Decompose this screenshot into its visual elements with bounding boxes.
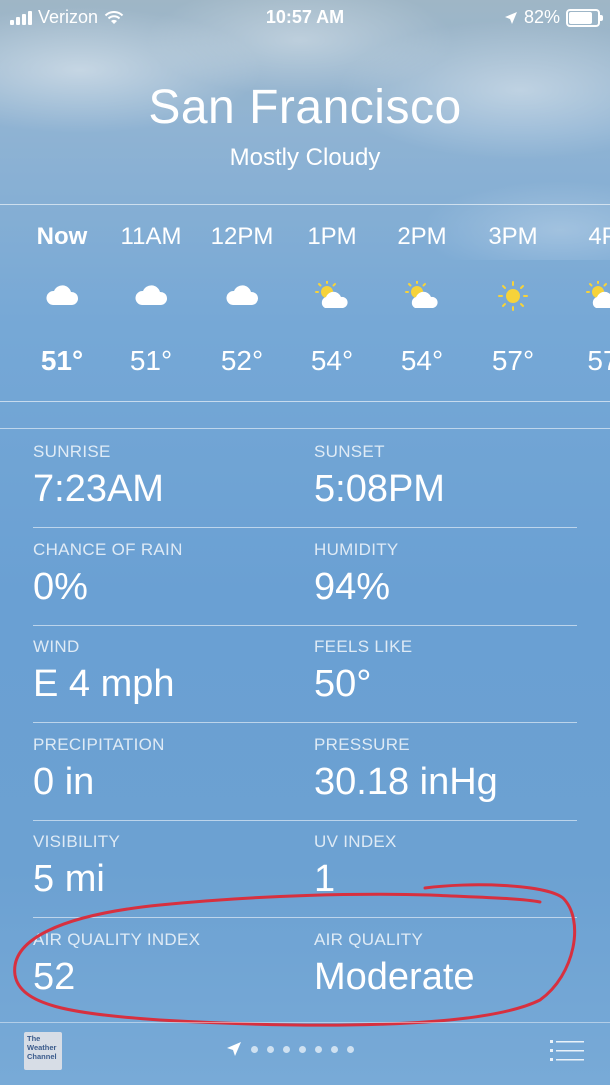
hourly-forecast[interactable]: Now 51° 11AM 51° 12PM 52° 1PM 54° 2PM 54° 3PM 57° 4P… xyxy=(0,204,610,402)
list-icon[interactable] xyxy=(550,1038,584,1064)
hour-temperature: 57° xyxy=(491,345,535,376)
page-dot[interactable] xyxy=(299,1045,306,1053)
battery-level xyxy=(569,11,592,24)
hour-label: 12PM xyxy=(210,223,274,250)
partly-sunny-icon xyxy=(404,280,440,311)
detail-label: PRECIPITATION xyxy=(33,734,165,754)
detail-row: CHANCE OF RAIN 0% HUMIDITY 94% xyxy=(33,528,577,626)
hour-temperature: 52° xyxy=(220,345,264,376)
detail-value: 1 xyxy=(314,858,336,901)
detail-value: 7:23AM xyxy=(33,468,164,510)
detail-value: E 4 mph xyxy=(33,663,175,706)
battery-icon xyxy=(566,8,603,27)
status-bar: Verizon 10:57 AM 82% xyxy=(0,0,610,36)
detail-label: UV INDEX xyxy=(314,832,397,852)
cloud-icon xyxy=(133,281,169,311)
bottom-toolbar: The Weather Channel xyxy=(0,1022,610,1085)
weather-channel-logo[interactable]: The Weather Channel xyxy=(24,1032,62,1070)
detail-label: WIND xyxy=(33,637,80,657)
detail-value: 50° xyxy=(314,663,372,706)
detail-label: SUNRISE xyxy=(33,442,111,461)
page-dot[interactable] xyxy=(283,1045,290,1053)
hour-label: 11AM xyxy=(120,223,182,250)
page-indicator[interactable] xyxy=(226,1041,354,1057)
page-dot[interactable] xyxy=(315,1045,322,1053)
detail-label: SUNSET xyxy=(314,442,385,461)
hour-label: 3PM xyxy=(488,223,538,250)
detail-label: AIR QUALITY xyxy=(314,930,424,949)
hour-temperature: 51° xyxy=(129,345,173,376)
page-dot[interactable] xyxy=(347,1045,354,1053)
battery-percent: 82% xyxy=(523,7,560,27)
current-condition: Mostly Cloudy xyxy=(229,144,381,171)
cloud-icon xyxy=(224,281,260,311)
detail-value: 52 xyxy=(33,956,76,998)
detail-row: SUNRISE 7:23AM SUNSET 5:08PM xyxy=(33,430,577,528)
partly-sunny-icon xyxy=(314,280,350,311)
status-right: 82% xyxy=(504,7,603,28)
sun-icon xyxy=(495,281,531,311)
hour-temperature: 51° xyxy=(40,345,84,376)
detail-label: VISIBILITY xyxy=(33,832,121,852)
detail-value: 0 in xyxy=(33,760,95,803)
detail-value: 5 mi xyxy=(33,858,105,901)
detail-row: VISIBILITY 5 mi UV INDEX 1 xyxy=(33,820,577,919)
detail-value: 0% xyxy=(33,565,88,608)
scrolled-row-remnant xyxy=(0,400,610,429)
detail-label: FEELS LIKE xyxy=(314,637,413,657)
page-dot[interactable] xyxy=(267,1045,274,1053)
detail-row: PRECIPITATION 0 in PRESSURE 30.18 inHg xyxy=(33,723,577,821)
hour-temperature: 54° xyxy=(310,345,354,376)
detail-value: 30.18 inHg xyxy=(314,760,498,803)
hour-label: 2PM xyxy=(397,223,447,250)
hour-label: 1PM xyxy=(307,223,357,250)
hour-temperature: 54° xyxy=(400,345,444,376)
detail-label: PRESSURE xyxy=(314,734,410,754)
detail-value: Moderate xyxy=(314,956,475,998)
location-arrow-icon xyxy=(227,1042,241,1056)
location-arrow-icon xyxy=(504,11,517,24)
cloud-icon xyxy=(44,281,80,311)
detail-value: 94% xyxy=(314,565,391,608)
partly-sunny-icon xyxy=(585,280,610,311)
page-dot[interactable] xyxy=(251,1045,258,1053)
city-name: San Francisco xyxy=(148,81,462,134)
detail-label: AIR QUALITY INDEX xyxy=(33,930,201,949)
hour-label: 4P xyxy=(588,223,610,250)
page-dot[interactable] xyxy=(331,1045,338,1053)
hour-label: Now xyxy=(36,223,88,250)
detail-label: CHANCE OF RAIN xyxy=(33,539,183,559)
detail-value: 5:08PM xyxy=(314,468,445,510)
hour-temperature: 57 xyxy=(587,345,610,376)
detail-row: AIR QUALITY INDEX 52 AIR QUALITY Moderate xyxy=(33,918,577,1015)
detail-label: HUMIDITY xyxy=(314,539,399,559)
detail-row: WIND E 4 mph FEELS LIKE 50° xyxy=(33,625,577,724)
